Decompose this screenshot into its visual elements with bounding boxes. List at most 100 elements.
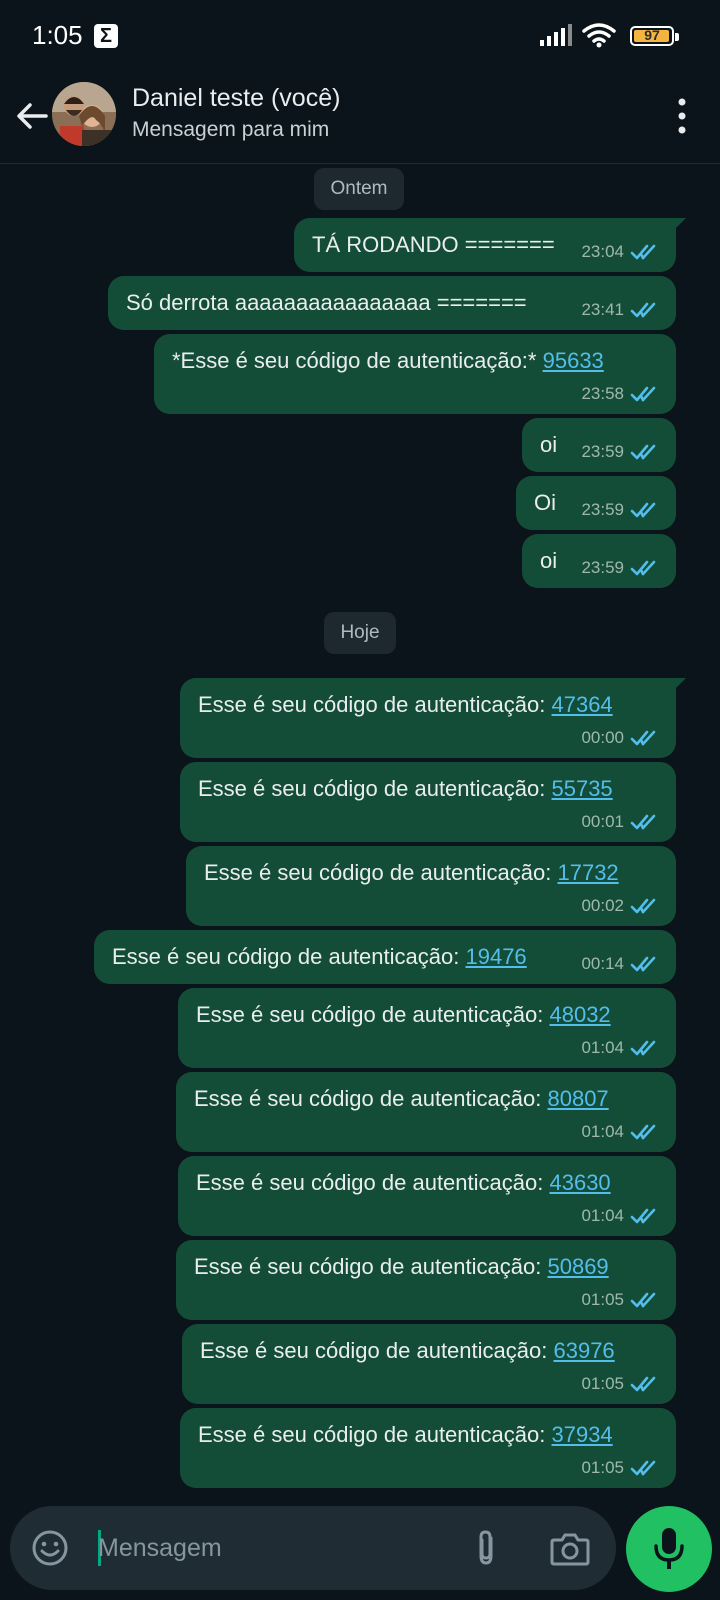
message-bubble[interactable]: oi 23:59 [522,534,676,588]
message-time: 01:04 [581,1206,624,1225]
read-ticks-icon [630,301,662,319]
message-meta: 00:14 [581,954,662,974]
paperclip-icon[interactable] [466,1528,506,1568]
message-bubble[interactable]: *Esse é seu código de autenticação:* 956… [154,334,676,414]
auth-code-link[interactable]: 37934 [551,1422,612,1447]
read-ticks-icon [630,1039,662,1057]
message-input[interactable] [88,1524,428,1572]
message-bubble[interactable]: Esse é seu código de autenticação: 19476… [94,930,676,984]
message-time: 01:05 [581,1458,624,1477]
message-meta: 23:59 [581,500,662,520]
message-list[interactable]: Ontem Hoje TÁ RODANDO ======= 23:04 Só der… [0,164,720,1504]
auth-code-link[interactable]: 95633 [543,348,604,373]
message-bubble[interactable]: Esse é seu código de autenticação: 55735… [180,762,676,842]
read-ticks-icon [630,813,662,831]
message-text: Oi [534,490,556,515]
message-text: Esse é seu código de autenticação: 17732 [204,860,619,885]
message-bubble[interactable]: Só derrota aaaaaaaaaaaaaaaa ======= 23:41 [108,276,676,330]
read-ticks-icon [630,559,662,577]
message-meta: 23:04 [581,242,662,262]
message-bubble[interactable]: TÁ RODANDO ======= 23:04 [294,218,686,272]
contact-subtitle: Mensagem para mim [132,118,330,141]
auth-code-link[interactable]: 80807 [547,1086,608,1111]
bubble-tail [672,218,686,232]
signal-icon [540,24,572,46]
message-time: 00:00 [581,728,624,747]
message-time: 01:04 [581,1038,624,1057]
message-meta: 01:04 [581,1038,662,1058]
message-text: oi [540,432,558,457]
read-ticks-icon [630,385,662,403]
message-time: 23:59 [581,442,624,461]
message-text: *Esse é seu código de autenticação:* 956… [172,348,604,373]
message-time: 23:59 [581,500,624,519]
message-meta: 01:04 [581,1206,662,1226]
auth-code-link[interactable]: 50869 [547,1254,608,1279]
microphone-icon [654,1528,684,1569]
read-ticks-icon [630,955,662,973]
message-bubble[interactable]: Esse é seu código de autenticação: 80807… [176,1072,676,1152]
message-bubble[interactable]: Esse é seu código de autenticação: 50869… [176,1240,676,1320]
emoji-icon[interactable] [30,1528,70,1568]
mic-button[interactable] [626,1506,712,1592]
message-meta: 23:59 [581,442,662,462]
message-text: Esse é seu código de autenticação: 47364 [198,692,613,717]
auth-code-link[interactable]: 55735 [551,776,612,801]
read-ticks-icon [630,243,662,261]
auth-code-link[interactable]: 19476 [465,944,526,969]
message-text: TÁ RODANDO ======= [312,232,555,257]
read-ticks-icon [630,1459,662,1477]
read-ticks-icon [630,1123,662,1141]
message-time: 00:01 [581,812,624,831]
message-bubble[interactable]: Esse é seu código de autenticação: 17732… [186,846,676,926]
message-text: Só derrota aaaaaaaaaaaaaaaa ======= [126,290,527,315]
message-time: 01:05 [581,1290,624,1309]
message-text: Esse é seu código de autenticação: 80807 [194,1086,609,1111]
message-meta: 23:58 [581,384,662,404]
message-time: 01:04 [581,1122,624,1141]
avatar[interactable] [52,82,116,146]
auth-code-link[interactable]: 47364 [551,692,612,717]
message-meta: 00:00 [581,728,662,748]
message-time: 00:14 [581,954,624,973]
more-options-icon[interactable] [674,96,690,136]
read-ticks-icon [630,1207,662,1225]
date-separator-today: Hoje [324,612,396,654]
message-meta: 01:04 [581,1122,662,1142]
wifi-icon [582,23,616,48]
message-text: Esse é seu código de autenticação: 19476 [112,944,527,969]
message-bubble[interactable]: Oi 23:59 [516,476,676,530]
auth-code-link[interactable]: 17732 [557,860,618,885]
composer [10,1506,616,1590]
message-time: 23:04 [581,242,624,261]
message-time: 00:02 [581,896,624,915]
status-time: 1:05 [32,20,83,50]
message-bubble[interactable]: Esse é seu código de autenticação: 47364… [180,678,686,758]
message-text: oi [540,548,558,573]
message-text: Esse é seu código de autenticação: 55735 [198,776,613,801]
read-ticks-icon [630,729,662,747]
sigma-icon: Σ [94,24,118,48]
message-time: 23:41 [581,300,624,319]
auth-code-link[interactable]: 63976 [553,1338,614,1363]
auth-code-link[interactable]: 43630 [549,1170,610,1195]
message-bubble[interactable]: oi 23:59 [522,418,676,472]
message-meta: 00:01 [581,812,662,832]
message-text: Esse é seu código de autenticação: 63976 [200,1338,615,1363]
message-bubble[interactable]: Esse é seu código de autenticação: 43630… [178,1156,676,1236]
bubble-tail [672,678,686,692]
read-ticks-icon [630,1375,662,1393]
auth-code-link[interactable]: 48032 [549,1002,610,1027]
battery-percent: 97 [644,27,660,43]
message-bubble[interactable]: Esse é seu código de autenticação: 48032… [178,988,676,1068]
camera-icon[interactable] [548,1528,592,1568]
read-ticks-icon [630,501,662,519]
message-bubble[interactable]: Esse é seu código de autenticação: 63976… [182,1324,676,1404]
battery-icon: 97 [630,26,679,46]
message-text: Esse é seu código de autenticação: 43630 [196,1170,611,1195]
contact-name[interactable]: Daniel teste (você) [132,84,340,113]
message-bubble[interactable]: Esse é seu código de autenticação: 37934… [180,1408,676,1488]
back-arrow-icon[interactable] [12,96,52,136]
message-meta: 23:41 [581,300,662,320]
message-meta: 23:59 [581,558,662,578]
